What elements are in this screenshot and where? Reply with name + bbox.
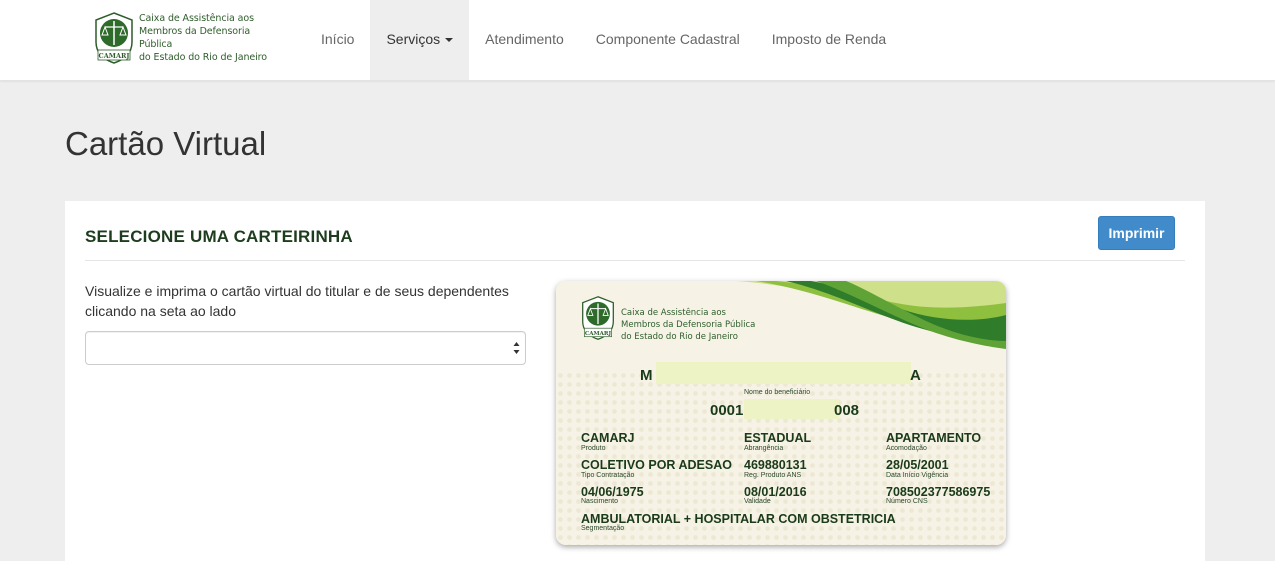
field-tipo-label: Tipo Contratação: [581, 472, 635, 479]
card-selection-panel: SELECIONE UMA CARTEIRINHA Imprimir Visua…: [65, 201, 1205, 561]
field-nascimento-value: 04/06/1975: [581, 485, 644, 499]
virtual-card: CAMARJ Caixa de Assistência aos Membros …: [556, 281, 1006, 545]
nav-item-atendimento[interactable]: Atendimento: [469, 0, 580, 80]
panel-heading: SELECIONE UMA CARTEIRINHA Imprimir: [85, 201, 1185, 261]
nav-item-label: Atendimento: [485, 31, 564, 47]
brand-logo-link[interactable]: CAMARJ Caixa de Assistência aos Membros …: [94, 11, 284, 65]
print-button[interactable]: Imprimir: [1098, 216, 1175, 250]
nav-item-label: Imposto de Renda: [771, 31, 887, 47]
beneficiary-name-start: M: [640, 367, 653, 384]
field-cns-value: 708502377586975: [886, 485, 991, 499]
field-reg-value: 469880131: [744, 458, 807, 472]
card-brand-line-1: Caixa de Assistência aos: [621, 308, 726, 318]
card-crest-icon: CAMARJ: [582, 296, 614, 340]
field-vigencia-label: Data Início Vigência: [886, 472, 949, 479]
field-abrangencia-label: Abrangência: [744, 445, 784, 452]
nav-item-label: Serviços: [386, 31, 441, 47]
field-validade-value: 08/01/2016: [744, 485, 807, 499]
field-abrangencia-value: ESTADUAL: [744, 431, 812, 445]
brand-line-2: Membros da Defensoria Pública: [139, 26, 251, 50]
nav-item-label: Componente Cadastral: [595, 31, 740, 47]
card-number-end: 008: [834, 402, 860, 419]
field-segmentacao-value: AMBULATORIAL + HOSPITALAR COM OBSTETRICI…: [581, 512, 896, 526]
select-arrows-icon: [513, 342, 520, 354]
beneficiary-name-end: A: [910, 367, 921, 384]
instructions-text: Visualize e imprima o cartão virtual do …: [85, 283, 509, 319]
field-reg-label: Reg. Produto ANS: [744, 472, 802, 479]
field-acomodacao-label: Acomodação: [886, 445, 927, 452]
panel-title: SELECIONE UMA CARTEIRINHA: [85, 227, 353, 246]
card-logo-text: CAMARJ: [585, 331, 612, 337]
brand-line-1: Caixa de Assistência aos: [139, 13, 254, 24]
caret-down-icon: [445, 38, 454, 43]
number-redaction-highlight: [744, 399, 839, 419]
field-cns-label: Número CNS: [886, 498, 928, 505]
main-nav: Início Serviços Atendimento Componente C…: [305, 0, 902, 80]
field-produto-label: Produto: [581, 445, 606, 452]
field-validade-label: Validade: [744, 498, 771, 505]
nav-item-servicos[interactable]: Serviços: [370, 0, 470, 80]
field-acomodacao-value: APARTAMENTO: [886, 431, 982, 445]
beneficiary-name-label: Nome do beneficiário: [744, 389, 811, 396]
field-vigencia-value: 28/05/2001: [886, 458, 949, 472]
nav-item-inicio[interactable]: Início: [305, 0, 370, 80]
name-redaction-highlight: [656, 362, 911, 384]
card-brand-line-3: do Estado do Rio de Janeiro: [621, 332, 738, 342]
card-brand-line-2: Membros da Defensoria Pública: [621, 320, 756, 330]
card-number-start: 0001: [710, 402, 744, 419]
field-nascimento-label: Nascimento: [581, 498, 618, 505]
page-title: Cartão Virtual: [65, 125, 267, 162]
field-segmentacao-label: Segmentação: [581, 525, 625, 532]
card-select-dropdown[interactable]: [85, 331, 526, 365]
camarj-crest-icon: CAMARJ: [95, 12, 133, 64]
field-tipo-value: COLETIVO POR ADESAO: [581, 458, 732, 472]
card-brand-name: Caixa de Assistência aos Membros da Defe…: [621, 307, 755, 343]
nav-item-componente-cadastral[interactable]: Componente Cadastral: [580, 0, 756, 80]
brand-line-3: do Estado do Rio de Janeiro: [139, 52, 267, 63]
top-navbar: CAMARJ Caixa de Assistência aos Membros …: [0, 0, 1275, 81]
nav-item-imposto-de-renda[interactable]: Imposto de Renda: [756, 0, 902, 80]
brand-name: Caixa de Assistência aos Membros da Defe…: [139, 12, 284, 64]
field-produto-value: CAMARJ: [581, 431, 635, 445]
nav-item-label: Início: [321, 31, 355, 47]
brand-logo-text: CAMARJ: [99, 52, 130, 60]
